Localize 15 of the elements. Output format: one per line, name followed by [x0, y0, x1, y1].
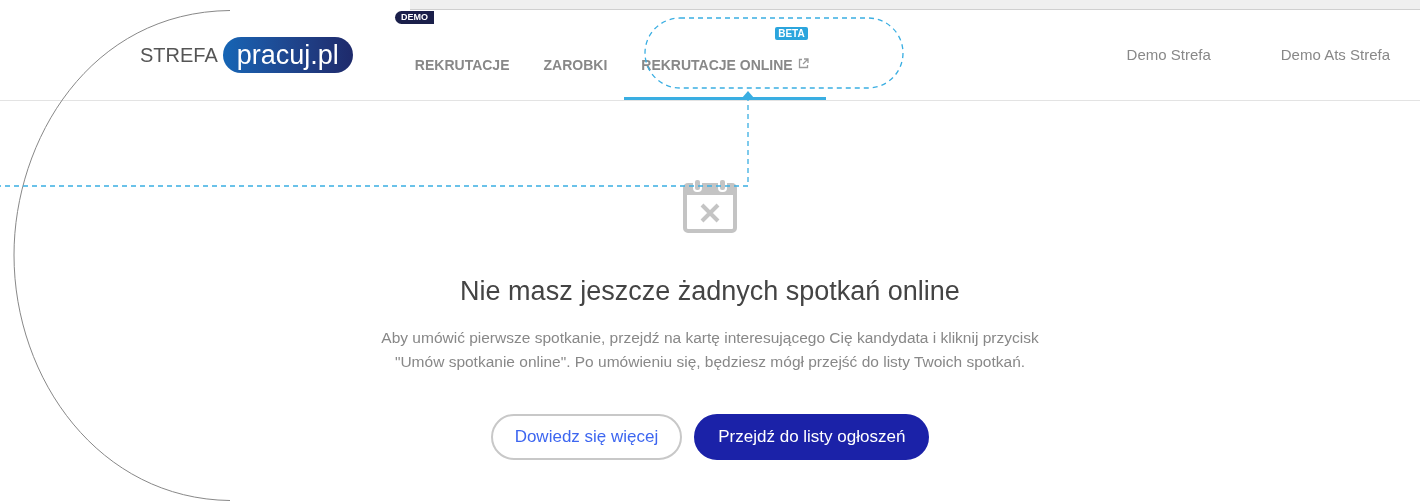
logo-prefix: STREFA — [140, 43, 218, 68]
demo-badge: DEMO — [395, 11, 434, 24]
nav-tab[interactable]: REKRUTACJE ONLINE — [624, 45, 826, 100]
calendar-cross-icon — [683, 177, 737, 233]
account-link[interactable]: Demo Strefa — [1126, 43, 1211, 67]
nav-tab[interactable]: ZAROBKI — [526, 45, 625, 100]
nav-tab[interactable]: REKRUTACJE — [397, 45, 527, 100]
job-list-button[interactable]: Przejdź do listy ogłoszeń — [694, 413, 930, 460]
external-link-icon[interactable] — [797, 58, 809, 69]
account-link[interactable]: Demo Ats Strefa — [1280, 43, 1390, 67]
logo[interactable]: pracuj.pl — [222, 37, 353, 73]
empty-state-title: Nie masz jeszcze żadnych spotkań online — [460, 275, 960, 308]
empty-state-text: Aby umówić pierwsze spotkanie, przejdź na kartę interesującego Cię kandydata i kliknij przycisk "Umów spotkanie online". Po umówieniu się, będziesz mógł przejść do listy Twoich spotkań. — [381, 327, 1039, 372]
learn-more-button[interactable]: Dowiedz się więcej — [490, 413, 683, 460]
beta-badge: BETA — [775, 27, 808, 40]
